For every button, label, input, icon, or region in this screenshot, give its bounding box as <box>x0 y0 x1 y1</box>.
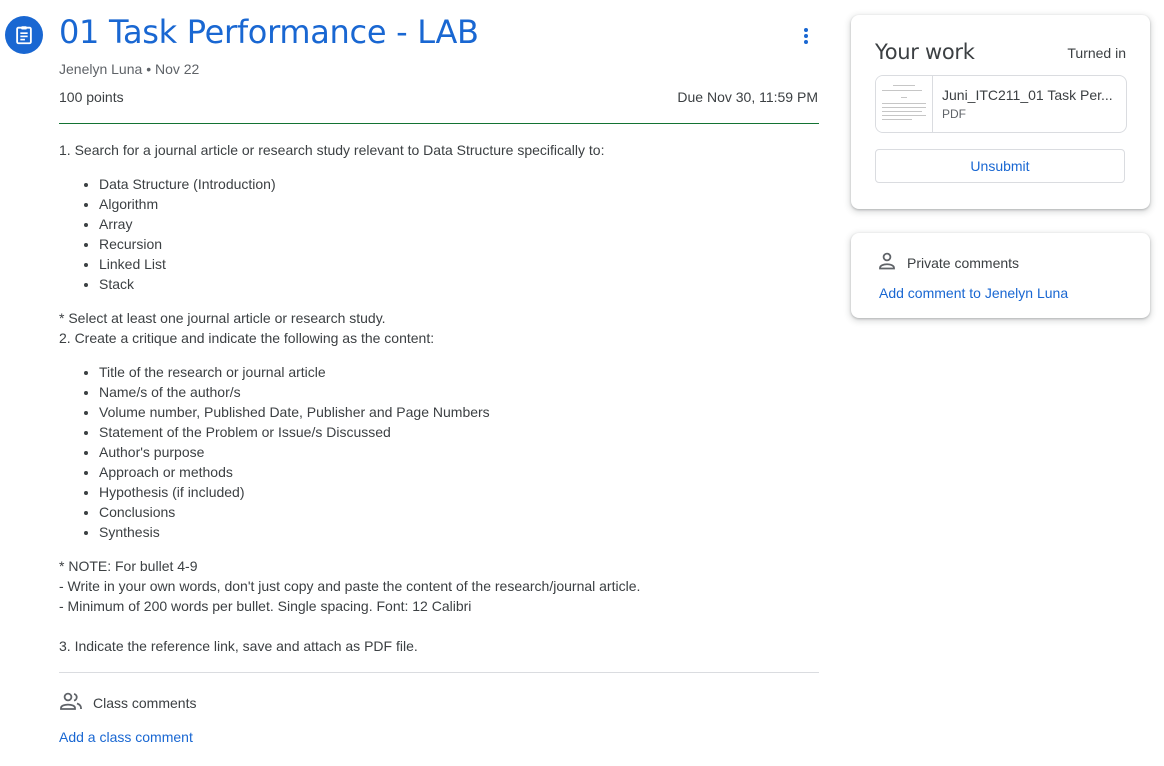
topic-item: Linked List <box>99 254 819 274</box>
instruction-step-2: 2. Create a critique and indicate the fo… <box>59 330 435 346</box>
author-name: Jenelyn Luna <box>59 61 143 77</box>
critique-item: Volume number, Published Date, Publisher… <box>99 402 819 422</box>
pdf-thumbnail-icon <box>876 76 933 132</box>
critique-item: Conclusions <box>99 502 819 522</box>
private-comments-header: Private comments <box>877 251 1019 274</box>
critique-item: Synthesis <box>99 522 819 542</box>
class-comments-label: Class comments <box>93 694 197 711</box>
select-note: * Select at least one journal article or… <box>59 310 386 326</box>
attachment-name: Juni_ITC211_01 Task Per... <box>942 87 1113 103</box>
add-private-comment-link[interactable]: Add comment to Jenelyn Luna <box>879 285 1068 301</box>
topic-item: Recursion <box>99 234 819 254</box>
meta-separator: • <box>146 61 155 77</box>
add-class-comment-link[interactable]: Add a class comment <box>59 729 193 745</box>
instruction-step-1: 1. Search for a journal article or resea… <box>59 142 605 158</box>
critique-item: Title of the research or journal article <box>99 362 819 382</box>
topic-item: Array <box>99 214 819 234</box>
note-title: * NOTE: For bullet 4-9 <box>59 558 198 574</box>
topic-item: Data Structure (Introduction) <box>99 174 819 194</box>
assignment-title: 01 Task Performance - LAB <box>59 13 479 51</box>
instruction-step-3: 3. Indicate the reference link, save and… <box>59 638 418 654</box>
critique-item: Statement of the Problem or Issue/s Disc… <box>99 422 819 442</box>
people-icon <box>59 691 83 714</box>
private-comments-card: Private comments Add comment to Jenelyn … <box>851 233 1150 318</box>
more-vert-icon[interactable] <box>792 22 820 50</box>
note-line: - Write in your own words, don't just co… <box>59 578 641 594</box>
critique-item: Name/s of the author/s <box>99 382 819 402</box>
person-icon <box>877 251 897 274</box>
topic-item: Algorithm <box>99 194 819 214</box>
instructions: 1. Search for a journal article or resea… <box>59 140 819 656</box>
header-divider <box>59 123 819 124</box>
due-date: Due Nov 30, 11:59 PM <box>677 89 818 105</box>
note-line: - Minimum of 200 words per bullet. Singl… <box>59 598 472 614</box>
attachment-card[interactable]: Juni_ITC211_01 Task Per... PDF <box>875 75 1127 133</box>
topic-item: Stack <box>99 274 819 294</box>
comments-divider <box>59 672 819 673</box>
class-comments-header: Class comments <box>59 691 196 714</box>
critique-list: Title of the research or journal article… <box>59 362 819 542</box>
status-badge: Turned in <box>1067 45 1126 61</box>
attachment-type: PDF <box>942 107 966 121</box>
your-work-title: Your work <box>875 40 975 64</box>
critique-item: Hypothesis (if included) <box>99 482 819 502</box>
assignment-meta: Jenelyn Luna • Nov 22 <box>59 61 199 77</box>
critique-item: Author's purpose <box>99 442 819 462</box>
posted-date: Nov 22 <box>154 61 200 77</box>
assignment-icon <box>5 16 43 54</box>
points-label: 100 points <box>59 89 124 105</box>
topic-list: Data Structure (Introduction) Algorithm … <box>59 174 819 294</box>
unsubmit-button[interactable]: Unsubmit <box>875 149 1125 183</box>
your-work-card: Your work Turned in Juni_ITC211_01 Task … <box>851 15 1150 209</box>
private-comments-label: Private comments <box>907 254 1020 271</box>
critique-item: Approach or methods <box>99 462 819 482</box>
